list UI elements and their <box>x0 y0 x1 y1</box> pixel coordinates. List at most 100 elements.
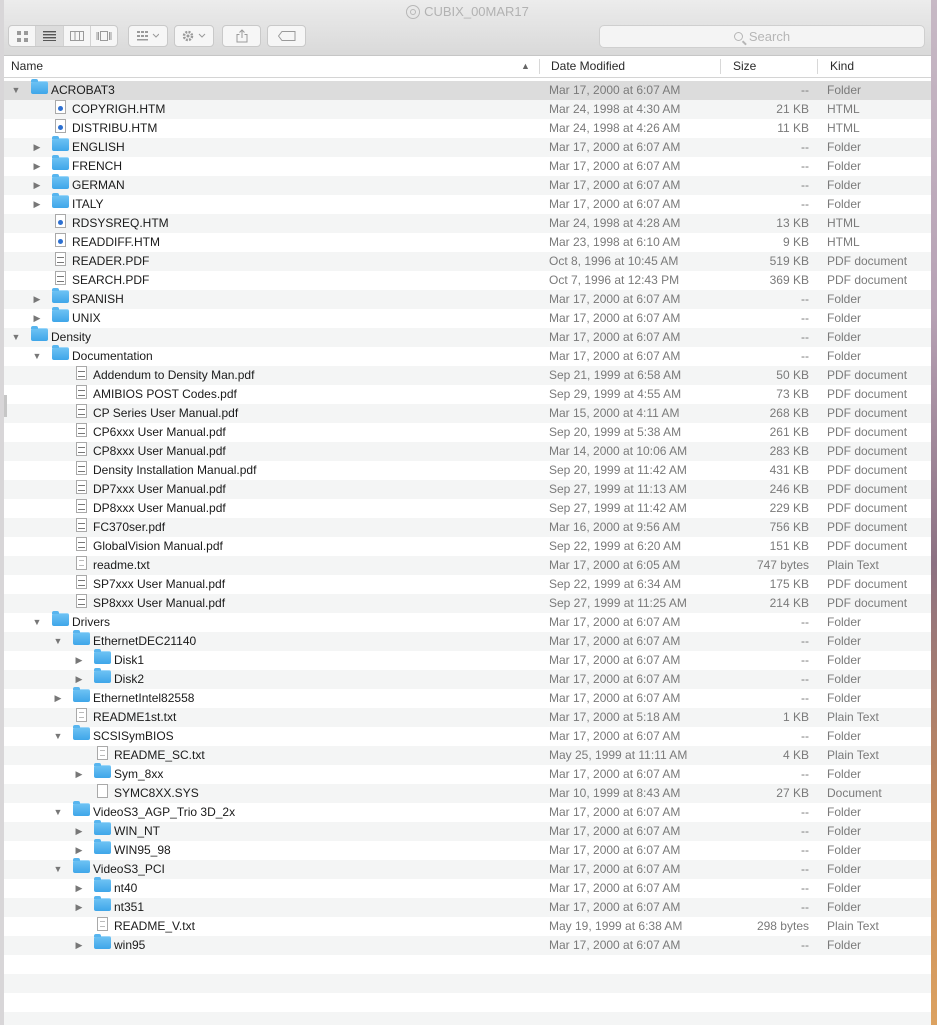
column-divider[interactable] <box>720 59 721 74</box>
folder-row[interactable]: ▶ SPANISH Mar 17, 2000 at 6:07 AM -- Folder <box>4 288 931 309</box>
disclosure-closed-icon[interactable]: ▶ <box>74 651 84 670</box>
disclosure-closed-icon[interactable]: ▶ <box>32 290 42 309</box>
item-name[interactable]: WIN95_98 <box>114 841 171 860</box>
item-name[interactable]: FRENCH <box>72 157 122 176</box>
disclosure-open-icon[interactable]: ▼ <box>53 860 63 879</box>
item-name[interactable]: GlobalVision Manual.pdf <box>93 537 223 556</box>
file-row[interactable]: CP8xxx User Manual.pdf Mar 14, 2000 at 10… <box>4 442 931 461</box>
folder-row[interactable]: ▶ Disk2 Mar 17, 2000 at 6:07 AM -- Folder <box>4 668 931 689</box>
item-name[interactable]: GERMAN <box>72 176 125 195</box>
disclosure-open-icon[interactable]: ▼ <box>11 328 21 347</box>
column-header-date[interactable]: Date Modified <box>551 56 625 77</box>
item-name[interactable]: WIN_NT <box>114 822 160 841</box>
folder-row[interactable]: ▶ Sym_8xx Mar 17, 2000 at 6:07 AM -- Folder <box>4 763 931 784</box>
item-name[interactable]: Addendum to Density Man.pdf <box>93 366 254 385</box>
item-name[interactable]: Documentation <box>72 347 153 366</box>
column-divider[interactable] <box>817 59 818 74</box>
item-name[interactable]: README_SC.txt <box>114 746 205 765</box>
file-row[interactable]: COPYRIGH.HTM Mar 24, 1998 at 4:30 AM 21 KB… <box>4 100 931 119</box>
file-row[interactable]: DP7xxx User Manual.pdf Sep 27, 1999 at 11… <box>4 480 931 499</box>
item-name[interactable]: DP8xxx User Manual.pdf <box>93 499 226 518</box>
share-button[interactable] <box>222 25 261 47</box>
item-name[interactable]: SP8xxx User Manual.pdf <box>93 594 225 613</box>
item-name[interactable]: Disk1 <box>114 651 144 670</box>
arrange-button[interactable] <box>128 25 168 47</box>
folder-row[interactable]: ▶ nt40 Mar 17, 2000 at 6:07 AM -- Folder <box>4 877 931 898</box>
item-name[interactable]: READDIFF.HTM <box>72 233 160 252</box>
folder-row[interactable]: ▶ Disk1 Mar 17, 2000 at 6:07 AM -- Folder <box>4 649 931 670</box>
disclosure-open-icon[interactable]: ▼ <box>32 347 42 366</box>
file-row[interactable]: SP8xxx User Manual.pdf Sep 27, 1999 at 11… <box>4 594 931 613</box>
item-name[interactable]: nt40 <box>114 879 137 898</box>
item-name[interactable]: CP8xxx User Manual.pdf <box>93 442 226 461</box>
icon-view-icon[interactable] <box>9 26 37 46</box>
item-name[interactable]: EthernetDEC21140 <box>93 632 196 651</box>
file-row[interactable]: SEARCH.PDF Oct 7, 1996 at 12:43 PM 369 KB P… <box>4 271 931 290</box>
window-edge-handle[interactable] <box>4 395 7 417</box>
file-row[interactable]: SYMC8XX.SYS Mar 10, 1999 at 8:43 AM 27 KB D… <box>4 784 931 803</box>
disclosure-open-icon[interactable]: ▼ <box>11 81 21 100</box>
disclosure-open-icon[interactable]: ▼ <box>53 632 63 651</box>
item-name[interactable]: VideoS3_AGP_Trio 3D_2x <box>93 803 235 822</box>
file-row[interactable]: Addendum to Density Man.pdf Sep 21, 1999 … <box>4 366 931 385</box>
item-name[interactable]: Sym_8xx <box>114 765 163 784</box>
tag-button[interactable] <box>267 25 306 47</box>
folder-row[interactable]: ▶ nt351 Mar 17, 2000 at 6:07 AM -- Folder <box>4 896 931 917</box>
item-name[interactable]: README1st.txt <box>93 708 176 727</box>
item-name[interactable]: UNIX <box>72 309 101 328</box>
folder-row[interactable]: ▶ GERMAN Mar 17, 2000 at 6:07 AM -- Folder <box>4 174 931 195</box>
column-header-name[interactable]: Name <box>11 56 43 77</box>
file-row[interactable]: README1st.txt Mar 17, 2000 at 5:18 AM 1 KB… <box>4 708 931 727</box>
item-name[interactable]: EthernetIntel82558 <box>93 689 194 708</box>
action-button[interactable] <box>174 25 214 47</box>
column-divider[interactable] <box>539 59 540 74</box>
item-name[interactable]: README_V.txt <box>114 917 195 936</box>
file-row[interactable]: DISTRIBU.HTM Mar 24, 1998 at 4:26 AM 11 KB… <box>4 119 931 138</box>
item-name[interactable]: readme.txt <box>93 556 150 575</box>
item-name[interactable]: CP6xxx User Manual.pdf <box>93 423 226 442</box>
folder-row[interactable]: ▶ win95 Mar 17, 2000 at 6:07 AM -- Folder <box>4 934 931 955</box>
item-name[interactable]: FC370ser.pdf <box>93 518 165 537</box>
item-name[interactable]: SPANISH <box>72 290 124 309</box>
folder-row[interactable]: ▶ UNIX Mar 17, 2000 at 6:07 AM -- Folder <box>4 307 931 328</box>
folder-row[interactable]: ▼ VideoS3_AGP_Trio 3D_2x Mar 17, 2000 at 6… <box>4 801 931 822</box>
item-name[interactable]: nt351 <box>114 898 144 917</box>
file-row[interactable]: DP8xxx User Manual.pdf Sep 27, 1999 at 11… <box>4 499 931 518</box>
folder-row[interactable]: ▶ FRENCH Mar 17, 2000 at 6:07 AM -- Folder <box>4 155 931 176</box>
file-row[interactable]: AMIBIOS POST Codes.pdf Sep 29, 1999 at 4:… <box>4 385 931 404</box>
disclosure-closed-icon[interactable]: ▶ <box>74 822 84 841</box>
folder-row[interactable]: ▼ Documentation Mar 17, 2000 at 6:07 AM -- F… <box>4 345 931 366</box>
item-name[interactable]: SEARCH.PDF <box>72 271 149 290</box>
disclosure-closed-icon[interactable]: ▶ <box>53 689 63 708</box>
list-view-icon[interactable] <box>36 26 64 46</box>
item-name[interactable]: RDSYSREQ.HTM <box>72 214 169 233</box>
file-row[interactable]: SP7xxx User Manual.pdf Sep 22, 1999 at 6:… <box>4 575 931 594</box>
disclosure-closed-icon[interactable]: ▶ <box>32 176 42 195</box>
search-field[interactable]: Search <box>599 25 925 48</box>
folder-row[interactable]: ▶ ENGLISH Mar 17, 2000 at 6:07 AM -- Folder <box>4 136 931 157</box>
item-name[interactable]: ITALY <box>72 195 104 214</box>
item-name[interactable]: SP7xxx User Manual.pdf <box>93 575 225 594</box>
item-name[interactable]: Disk2 <box>114 670 144 689</box>
folder-row[interactable]: ▼ EthernetDEC21140 Mar 17, 2000 at 6:07 AM… <box>4 630 931 651</box>
file-row[interactable]: readme.txt Mar 17, 2000 at 6:05 AM 747 byt… <box>4 556 931 575</box>
disclosure-open-icon[interactable]: ▼ <box>53 803 63 822</box>
folder-row[interactable]: ▼ SCSISymBIOS Mar 17, 2000 at 6:07 AM -- Fol… <box>4 725 931 746</box>
item-name[interactable]: AMIBIOS POST Codes.pdf <box>93 385 237 404</box>
item-name[interactable]: SCSISymBIOS <box>93 727 174 746</box>
cover-flow-icon[interactable] <box>91 26 117 46</box>
disclosure-closed-icon[interactable]: ▶ <box>32 195 42 214</box>
item-name[interactable]: ACROBAT3 <box>51 81 115 100</box>
file-row[interactable]: GlobalVision Manual.pdf Sep 22, 1999 at 6… <box>4 537 931 556</box>
disclosure-closed-icon[interactable]: ▶ <box>74 936 84 955</box>
folder-row[interactable]: ▶ EthernetIntel82558 Mar 17, 2000 at 6:07 … <box>4 687 931 708</box>
item-name[interactable]: CP Series User Manual.pdf <box>93 404 238 423</box>
file-row[interactable]: RDSYSREQ.HTM Mar 24, 1998 at 4:28 AM 13 KB… <box>4 214 931 233</box>
item-name[interactable]: ENGLISH <box>72 138 125 157</box>
disclosure-closed-icon[interactable]: ▶ <box>74 898 84 917</box>
disclosure-closed-icon[interactable]: ▶ <box>74 765 84 784</box>
file-row[interactable]: CP6xxx User Manual.pdf Sep 20, 1999 at 5:… <box>4 423 931 442</box>
folder-row[interactable]: ▶ WIN_NT Mar 17, 2000 at 6:07 AM -- Folder <box>4 820 931 841</box>
item-name[interactable]: COPYRIGH.HTM <box>72 100 165 119</box>
file-row[interactable]: README_V.txt May 19, 1999 at 6:38 AM 298 b… <box>4 917 931 936</box>
